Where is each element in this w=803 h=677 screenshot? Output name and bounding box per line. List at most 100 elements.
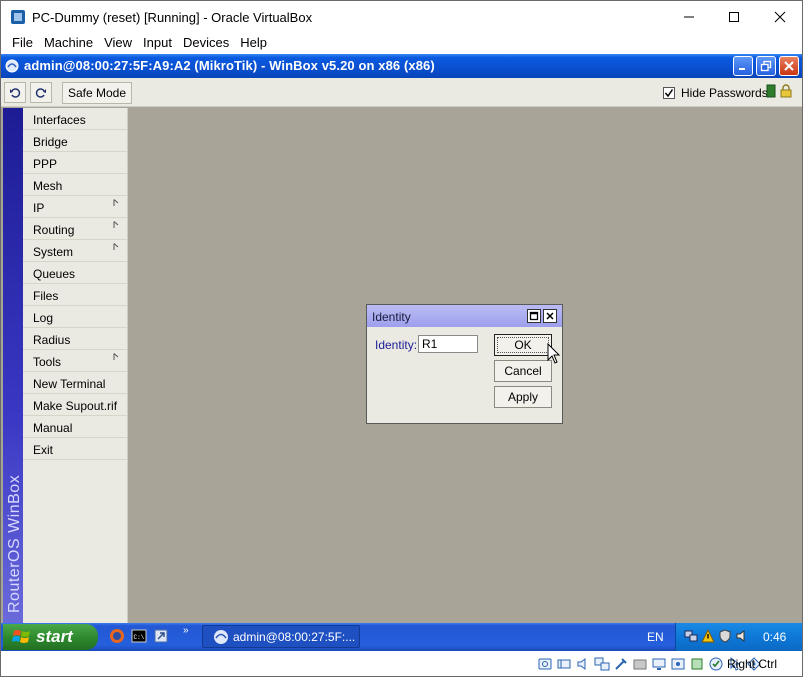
dialog-title: Identity bbox=[372, 310, 411, 324]
menu-file[interactable]: File bbox=[12, 33, 33, 54]
menu-exit[interactable]: Exit bbox=[23, 438, 127, 460]
guest-additions-icon[interactable] bbox=[708, 656, 724, 672]
menu-tools[interactable]: Tools bbox=[23, 350, 127, 372]
winbox-icon bbox=[5, 59, 19, 73]
identity-field-label: Identity: bbox=[375, 338, 418, 352]
winbox-titlebar: admin@08:00:27:5F:A9:A2 (MikroTik) - Win… bbox=[1, 54, 802, 78]
menu-files[interactable]: Files bbox=[23, 284, 127, 306]
winbox-minimize-button[interactable] bbox=[733, 56, 753, 76]
winbox-toolbar: Safe Mode Hide Passwords bbox=[1, 78, 802, 107]
checkmark-icon bbox=[664, 89, 674, 98]
guest-screen: admin@08:00:27:5F:A9:A2 (MikroTik) - Win… bbox=[0, 54, 803, 651]
menu-view[interactable]: View bbox=[104, 33, 132, 54]
toolbar-status-icons bbox=[766, 84, 792, 98]
quick-launch-more-icon[interactable]: » bbox=[183, 625, 189, 636]
hide-passwords-checkbox[interactable] bbox=[663, 87, 675, 99]
firefox-icon[interactable] bbox=[109, 628, 125, 644]
menu-ppp[interactable]: PPP bbox=[23, 152, 127, 174]
host-statusbar: Right Ctrl bbox=[0, 651, 803, 677]
ok-button[interactable]: OK bbox=[494, 334, 552, 356]
menu-system[interactable]: System bbox=[23, 240, 127, 262]
menu-mesh[interactable]: Mesh bbox=[23, 174, 127, 196]
command-prompt-icon[interactable]: C:\ bbox=[131, 628, 147, 644]
language-indicator[interactable]: EN bbox=[647, 630, 664, 644]
security-warning-icon[interactable] bbox=[701, 629, 715, 643]
redo-button[interactable] bbox=[30, 82, 52, 103]
menu-bridge[interactable]: Bridge bbox=[23, 130, 127, 152]
close-button[interactable] bbox=[757, 1, 803, 33]
svg-text:C:\: C:\ bbox=[134, 634, 145, 641]
audio-icon[interactable] bbox=[575, 656, 591, 672]
shared-folder-icon[interactable] bbox=[632, 656, 648, 672]
menu-interfaces[interactable]: Interfaces bbox=[23, 108, 127, 130]
minimize-button[interactable] bbox=[666, 1, 712, 33]
hide-passwords-toggle[interactable]: Hide Passwords bbox=[663, 86, 768, 100]
winbox-window-title: admin@08:00:27:5F:A9:A2 (MikroTik) - Win… bbox=[24, 58, 435, 73]
menu-label: PPP bbox=[33, 157, 58, 171]
system-tray: 0:46 bbox=[675, 623, 802, 651]
taskbar-item-label: admin@08:00:27:5F:... bbox=[233, 629, 356, 644]
menu-input[interactable]: Input bbox=[143, 33, 172, 54]
redo-icon bbox=[35, 87, 46, 98]
start-button[interactable]: start bbox=[3, 624, 98, 650]
undo-button[interactable] bbox=[4, 82, 26, 103]
menu-label: Interfaces bbox=[33, 113, 86, 127]
display-icon[interactable] bbox=[651, 656, 667, 672]
start-label: start bbox=[36, 627, 73, 646]
menu-label: IP bbox=[33, 201, 45, 215]
menu-manual[interactable]: Manual bbox=[23, 416, 127, 438]
dialog-close-button[interactable] bbox=[543, 309, 557, 323]
network-icon[interactable] bbox=[684, 629, 698, 643]
optical-drive-icon[interactable] bbox=[556, 656, 572, 672]
winbox-close-button[interactable] bbox=[779, 56, 799, 76]
menu-label: Exit bbox=[33, 443, 54, 457]
close-icon bbox=[546, 312, 554, 320]
menu-machine[interactable]: Machine bbox=[44, 33, 93, 54]
network-adapter-icon[interactable] bbox=[594, 656, 610, 672]
virtualbox-icon bbox=[11, 10, 25, 24]
menu-label: Log bbox=[33, 311, 54, 325]
maximize-button[interactable] bbox=[711, 1, 757, 33]
maximize-icon bbox=[529, 311, 539, 321]
lock-icon bbox=[780, 84, 792, 98]
undo-icon bbox=[10, 87, 21, 98]
submenu-arrow-icon bbox=[113, 221, 119, 228]
hard-disk-icon[interactable] bbox=[537, 656, 553, 672]
menu-new-terminal[interactable]: New Terminal bbox=[23, 372, 127, 394]
menu-routing[interactable]: Routing bbox=[23, 218, 127, 240]
safe-mode-button[interactable]: Safe Mode bbox=[62, 82, 132, 104]
shield-icon[interactable] bbox=[718, 629, 732, 643]
menu-ip[interactable]: IP bbox=[23, 196, 127, 218]
identity-dialog: Identity Identity: OK Cancel Apply bbox=[366, 304, 563, 424]
video-capture-icon[interactable] bbox=[670, 656, 686, 672]
winbox-icon bbox=[214, 629, 228, 644]
windows-flag-icon bbox=[12, 630, 30, 643]
close-icon bbox=[774, 11, 786, 23]
menu-make-supout[interactable]: Make Supout.rif bbox=[23, 394, 127, 416]
submenu-arrow-icon bbox=[113, 243, 119, 250]
apply-button[interactable]: Apply bbox=[494, 386, 552, 408]
usb-icon[interactable] bbox=[613, 656, 629, 672]
taskbar-winbox-item[interactable]: admin@08:00:27:5F:... bbox=[202, 625, 360, 648]
winbox-side-menu: Interfaces Bridge PPP Mesh IP Routing Sy… bbox=[23, 108, 128, 623]
host-titlebar: PC-Dummy (reset) [Running] - Oracle Virt… bbox=[0, 0, 803, 33]
menu-radius[interactable]: Radius bbox=[23, 328, 127, 350]
speaker-icon[interactable] bbox=[735, 629, 749, 643]
host-key-label: Right Ctrl bbox=[727, 657, 778, 671]
restore-icon bbox=[760, 60, 772, 72]
menu-label: Manual bbox=[33, 421, 73, 435]
cpu-icon[interactable] bbox=[689, 656, 705, 672]
cancel-button[interactable]: Cancel bbox=[494, 360, 552, 382]
dialog-maximize-button[interactable] bbox=[527, 309, 541, 323]
shortcut-icon[interactable] bbox=[153, 628, 169, 644]
menu-label: Make Supout.rif bbox=[33, 399, 118, 413]
menu-queues[interactable]: Queues bbox=[23, 262, 127, 284]
menu-help[interactable]: Help bbox=[240, 33, 267, 54]
submenu-arrow-icon bbox=[113, 353, 119, 360]
menu-label: Radius bbox=[33, 333, 71, 347]
winbox-restore-button[interactable] bbox=[756, 56, 776, 76]
menu-devices[interactable]: Devices bbox=[183, 33, 229, 54]
connection-status-icon bbox=[766, 84, 776, 98]
identity-input[interactable] bbox=[418, 335, 478, 353]
menu-log[interactable]: Log bbox=[23, 306, 127, 328]
